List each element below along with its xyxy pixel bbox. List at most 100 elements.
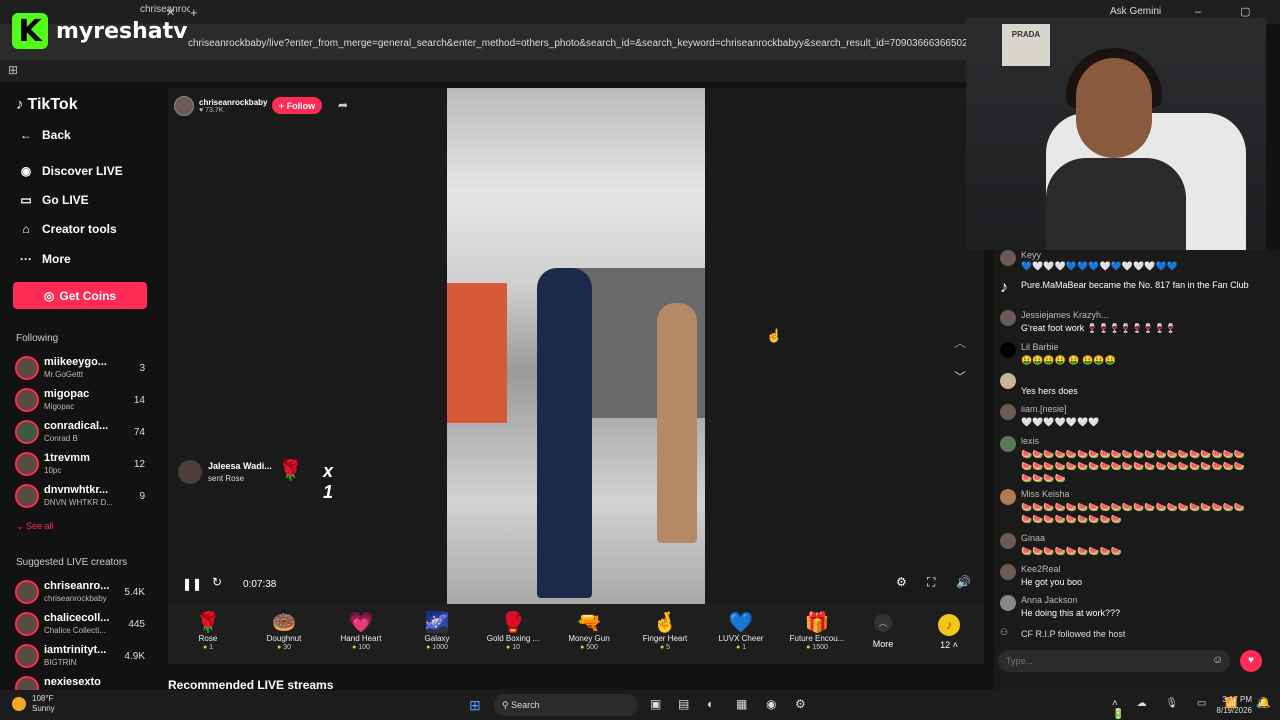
next-stream-chevron-down-icon[interactable]: ﹀ [954, 368, 966, 385]
chat-message: Keyy 💙🤍🤍🤍💙💙💙🤍💙🤍🤍🤍💙💙 [1000, 250, 1256, 272]
back-button[interactable]: ← Back [16, 128, 71, 142]
clock[interactable]: 3:17 PM 8/19/2026 [1210, 694, 1252, 716]
settings-icon[interactable]: ⚙ [795, 697, 806, 711]
discover-icon: ◉ [20, 164, 32, 178]
avatar [15, 484, 39, 508]
live-player[interactable]: chriseanrockbaby ♥ 73.7K + Follow ➦ Jale… [168, 88, 984, 604]
gift-item[interactable]: 🥊 Gold Boxing ... ● 10 [478, 610, 548, 651]
sidebar-item-discover-live[interactable]: ◉ Discover LIVE [16, 164, 123, 178]
taskbar-search[interactable]: ⚲ Search [494, 694, 638, 716]
file-explorer-icon[interactable]: ▤ [678, 697, 689, 711]
more-icon: ··· [20, 252, 32, 266]
following-account[interactable]: conradical... Conrad B 74 [15, 418, 150, 448]
gift-item[interactable]: 🌌 Galaxy ● 1000 [402, 610, 472, 651]
emoji-icon[interactable]: ☺ [1212, 654, 1223, 666]
chat-message: Lil Barbie 🤑🤑🤑🤑 🤑 🤑🤑🤑 [1000, 342, 1256, 368]
edge-icon[interactable]: ◐ [707, 697, 714, 711]
chevron-up-icon: ˄ [950, 640, 958, 650]
suggested-account[interactable]: nexiesexto [15, 674, 150, 690]
chevron-up-icon: ︿ [874, 614, 892, 632]
gift-notification: Jaleesa Wadi... sent Rose 🌹 x 1 [178, 458, 338, 502]
coin-outline-icon: ◎ [43, 288, 55, 303]
previous-stream-chevron-up-icon[interactable]: ︿ [954, 334, 966, 351]
coin-icon: ♪ [938, 614, 960, 636]
following-account[interactable]: miikeeygo... Mr.GoGettt 3 [15, 354, 150, 384]
following-account[interactable]: dnvnwhtkr... DNVN WHTKR D... 9 [15, 482, 150, 512]
suggested-title: Suggested LIVE creators [16, 557, 128, 568]
like-heart-button[interactable]: ♥ [1240, 650, 1262, 672]
chat-message: Jessiejames Krazyh... G'reat foot work 🍷🍷… [1000, 310, 1256, 336]
avatar [1000, 404, 1016, 420]
following-account[interactable]: 1trevmm 10pc 12 [15, 450, 150, 480]
avatar [15, 644, 39, 668]
chat-message: Kee2Real He got you boo [1000, 564, 1256, 590]
suggested-account[interactable]: chriseanro... chriseanrockbaby 5.4K [15, 578, 150, 608]
tiktok-logo[interactable]: ♪ TikTok [16, 96, 78, 114]
gift-item[interactable]: 🤞 Finger Heart ● 5 [630, 610, 700, 651]
windows-start-icon[interactable]: ⊞ [469, 697, 481, 714]
suggested-account[interactable]: iamtrinityt... BIGTRIN 4.9K [15, 642, 150, 672]
coin-balance[interactable]: ♪ 12 ˄ [938, 614, 960, 650]
gift-item[interactable]: 🎁 Future Encou... ● 1500 [782, 610, 852, 651]
chat-message: Yes hers does [1000, 373, 1256, 399]
ask-gemini-button[interactable]: Ask Gemini [1110, 6, 1161, 17]
camera-icon: ▭ [20, 193, 32, 207]
chat-message: ⚇ CF R.I.P followed the host [1000, 627, 1256, 641]
chat-input[interactable] [1006, 654, 1196, 668]
gift-item[interactable]: 🌹 Rose ● 1 [173, 610, 243, 651]
stream-brand-overlay: K myreshatv [12, 12, 188, 50]
system-tray[interactable]: ˄ ☁ 🎙 ▭ 📶 🔊 🔋 [1112, 698, 1280, 720]
follow-button[interactable]: + Follow [272, 97, 322, 114]
windows-taskbar: 108°F Sunny ⊞ ⚲ Search ▣ ▤ ◐ ▦ ◉ ⚙ ˄ ☁ 🎙 … [0, 690, 1280, 720]
host-info[interactable]: chriseanrockbaby ♥ 73.7K [174, 96, 267, 116]
share-icon[interactable]: ➦ [338, 98, 348, 112]
tiktok-note-icon: ♪ [16, 96, 24, 113]
task-view-icon[interactable]: ▣ [650, 697, 661, 711]
get-coins-button[interactable]: ◎ Get Coins [13, 282, 147, 309]
gift-item[interactable]: 🔫 Money Gun ● 500 [554, 610, 624, 651]
suggested-account[interactable]: chalicecoll... Chalice Collecti... 445 [15, 610, 150, 640]
avatar [15, 580, 39, 604]
sidebar-item-creator-tools[interactable]: ⌂ Creator tools [16, 222, 116, 236]
avatar [1000, 533, 1016, 549]
screen: chriseanrockbaby (@chris ✕ + Ask Gemini … [0, 0, 1280, 720]
chat-input-box[interactable]: ☺ [998, 650, 1230, 672]
gift-item[interactable]: 💙 LUVX Cheer ● 1 [706, 610, 776, 651]
sidebar: ♪ TikTok ← Back ◉ Discover LIVE ▭ Go LIVE ⌂ C… [0, 82, 160, 690]
chat-message: iiam.[nesie] 🤍🤍🤍🤍🤍🤍🤍 [1000, 404, 1256, 430]
sidebar-item-go-live[interactable]: ▭ Go LIVE [16, 193, 88, 207]
avatar [1000, 564, 1016, 580]
gift-bar: 🌹 Rose ● 1 🍩 Doughnut ● 30 💗 Hand Heart ● 100 … [168, 604, 984, 664]
future-encounter-icon: 🎁 [804, 612, 830, 634]
chrome-icon[interactable]: ◉ [766, 697, 776, 711]
hand-heart-icon: 💗 [348, 612, 374, 634]
avatar [15, 356, 39, 380]
refresh-icon[interactable]: ↻ [212, 575, 222, 589]
luvx-cheer-icon: 💙 [728, 612, 754, 634]
notification-bell-icon[interactable]: 🔔 [1258, 698, 1270, 709]
following-account[interactable]: migopac Migopac 14 [15, 386, 150, 416]
avatar [15, 452, 39, 476]
avatar [1000, 250, 1016, 266]
settings-icon[interactable]: ⚙ [896, 575, 907, 589]
new-tab-icon[interactable]: + [190, 5, 198, 20]
gift-item[interactable]: 🍩 Doughnut ● 30 [249, 610, 319, 651]
volume-icon[interactable]: 🔊 [956, 575, 971, 589]
chat-message: Ginaa 🍉🍉🍉🍉🍉🍉🍉🍉🍉 [1000, 533, 1256, 559]
webcam-overlay: PRADA [966, 18, 1266, 250]
sidebar-item-more[interactable]: ··· More [16, 252, 71, 266]
pause-button[interactable]: ❚❚ [182, 577, 202, 591]
weather-widget[interactable]: 108°F Sunny [12, 694, 55, 714]
store-icon[interactable]: ▦ [736, 697, 747, 711]
fullscreen-icon[interactable]: ⛶ [927, 575, 935, 590]
avatar [15, 420, 39, 444]
chat-message: Anna Jackson He doing this at work??? [1000, 595, 1256, 621]
arrow-left-icon: ← [20, 128, 32, 142]
url-text[interactable]: chriseanrockbaby/live?enter_from_merge=g… [188, 38, 966, 49]
see-all-link[interactable]: ⌄ See all [16, 521, 54, 532]
gift-item[interactable]: 💗 Hand Heart ● 100 [326, 610, 396, 651]
host-name: chriseanrockbaby [199, 98, 268, 107]
more-gifts-button[interactable]: ︿ More [868, 614, 898, 649]
apps-grid-icon[interactable]: ⊞ [8, 63, 18, 77]
video-frame [447, 88, 705, 604]
